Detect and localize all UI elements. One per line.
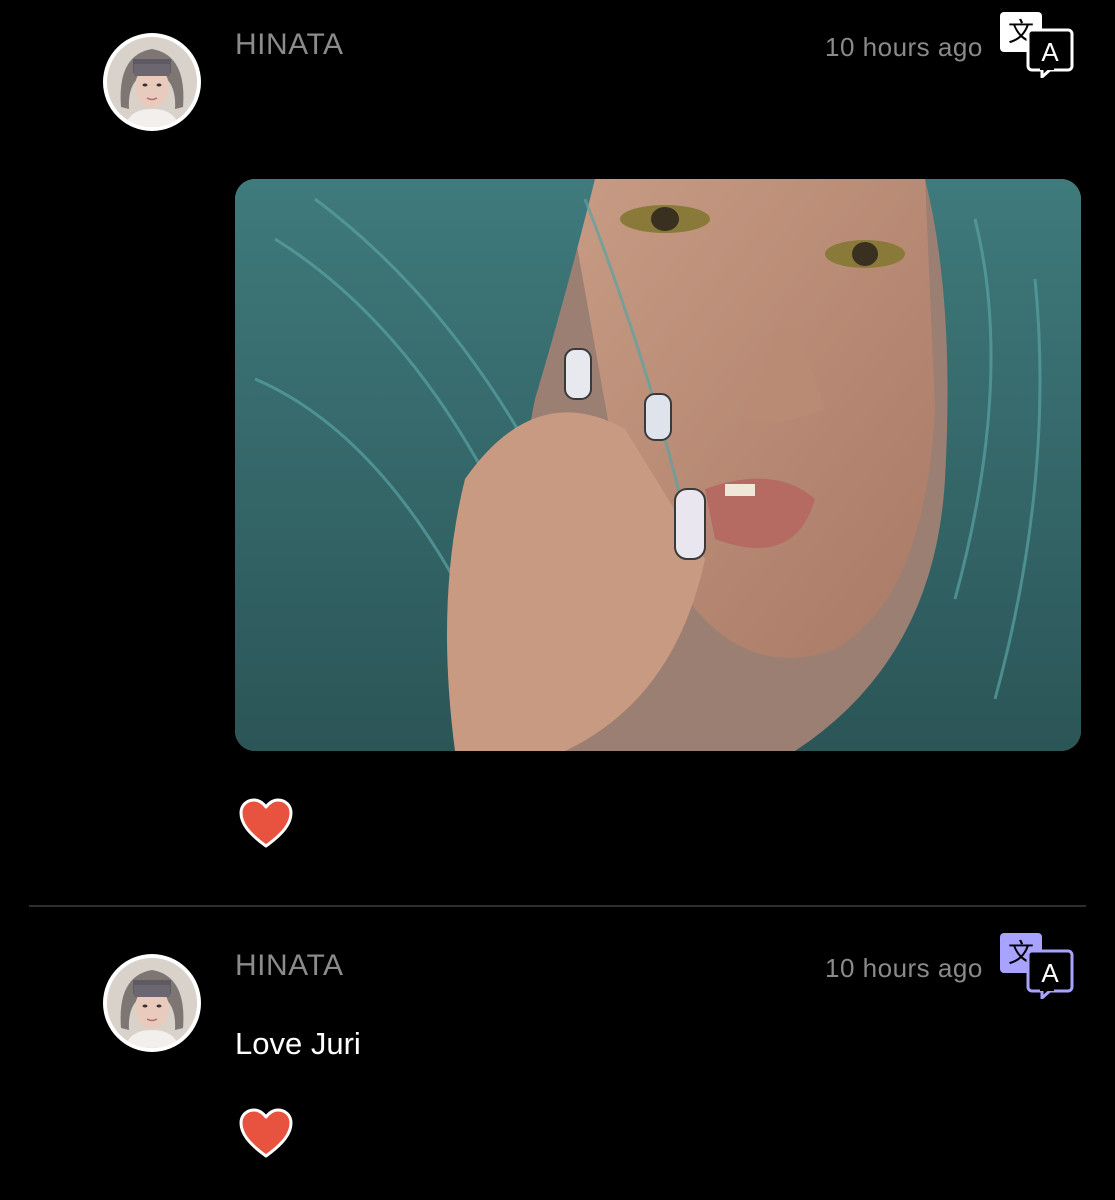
- post-item: HINATA 10 hours ago 文 A: [0, 0, 1115, 905]
- heart-icon: [239, 1108, 293, 1158]
- post-photo[interactable]: [235, 179, 1081, 751]
- translate-icon[interactable]: 文 A: [998, 931, 1076, 999]
- timestamp: 10 hours ago: [825, 953, 983, 983]
- avatar[interactable]: [103, 954, 201, 1052]
- username[interactable]: HINATA: [235, 28, 344, 62]
- post-item: HINATA 10 hours ago 文 A Love Juri: [0, 908, 1115, 1200]
- svg-text:A: A: [1041, 958, 1059, 988]
- avatar-image: [107, 958, 197, 1048]
- svg-text:A: A: [1041, 37, 1059, 67]
- post-text: Love Juri: [235, 1026, 361, 1061]
- username[interactable]: HINATA: [235, 949, 344, 983]
- heart-icon: [239, 798, 293, 848]
- post-divider: [29, 905, 1086, 907]
- avatar-image: [107, 37, 197, 127]
- timestamp: 10 hours ago: [825, 32, 983, 62]
- like-button[interactable]: [238, 797, 294, 849]
- avatar[interactable]: [103, 33, 201, 131]
- like-button[interactable]: [238, 1107, 294, 1159]
- translate-icon[interactable]: 文 A: [998, 10, 1076, 78]
